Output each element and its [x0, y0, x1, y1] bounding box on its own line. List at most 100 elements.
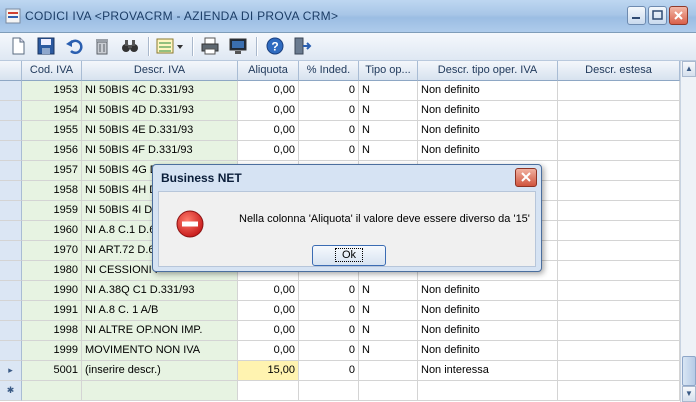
table-row[interactable]: 1990 NI A.38Q C1 D.331/93 0,00 0 N Non defini…: [0, 281, 680, 301]
cell-cod-iva[interactable]: 1955: [22, 121, 82, 141]
cell-descr-estesa[interactable]: [558, 81, 680, 101]
table-row[interactable]: 1998 NI ALTRE OP.NON IMP. 0,00 0 N Non defini…: [0, 321, 680, 341]
cell-inded[interactable]: 0: [299, 341, 359, 361]
cell-cod-iva[interactable]: 1953: [22, 81, 82, 101]
cell-descr-estesa[interactable]: [558, 321, 680, 341]
row-selector[interactable]: [0, 221, 22, 241]
cell-aliquota[interactable]: 0,00: [238, 141, 299, 161]
cell-descr-tipo[interactable]: Non definito: [418, 321, 558, 341]
column-header-descr-tipo[interactable]: Descr. tipo oper. IVA: [418, 61, 558, 81]
row-selector[interactable]: [0, 101, 22, 121]
cell-aliquota[interactable]: 0,00: [238, 121, 299, 141]
cell-cod-iva[interactable]: 1959: [22, 201, 82, 221]
column-header-descr-estesa[interactable]: Descr. estesa: [558, 61, 680, 81]
cell-cod-iva[interactable]: 1998: [22, 321, 82, 341]
cell-descr-tipo[interactable]: Non definito: [418, 141, 558, 161]
save-icon[interactable]: [36, 36, 56, 56]
scroll-up-icon[interactable]: ▲: [682, 61, 696, 77]
title-bar[interactable]: CODICI IVA <PROVACRM - AZIENDA DI PROVA …: [0, 0, 696, 33]
cell-descr-estesa[interactable]: [558, 121, 680, 141]
cell-descr-iva[interactable]: NI A.8 C. 1 A/B: [82, 301, 238, 321]
cell-inded[interactable]: 0: [299, 121, 359, 141]
cell-cod-iva[interactable]: 1960: [22, 221, 82, 241]
cell-cod-iva[interactable]: 1980: [22, 261, 82, 281]
row-selector[interactable]: [0, 241, 22, 261]
cell-cod-iva[interactable]: 1970: [22, 241, 82, 261]
table-row[interactable]: 1954 NI 50BIS 4D D.331/93 0,00 0 N Non defini…: [0, 101, 680, 121]
cell-cod-iva[interactable]: [22, 381, 82, 401]
cell-cod-iva[interactable]: 1956: [22, 141, 82, 161]
cell-tipo-op[interactable]: N: [359, 121, 418, 141]
row-selector[interactable]: ✱: [0, 381, 22, 401]
table-row[interactable]: ▸ 5001 (inserire descr.) 15,00 0 Non interess…: [0, 361, 680, 381]
cell-descr-iva[interactable]: NI 50BIS 4F D.331/93: [82, 141, 238, 161]
cell-descr-iva[interactable]: (inserire descr.): [82, 361, 238, 381]
cell-tipo-op[interactable]: N: [359, 141, 418, 161]
cell-descr-iva[interactable]: MOVIMENTO NON IVA: [82, 341, 238, 361]
cell-tipo-op[interactable]: N: [359, 281, 418, 301]
cell-descr-estesa[interactable]: [558, 301, 680, 321]
row-selector[interactable]: [0, 121, 22, 141]
table-row[interactable]: 1956 NI 50BIS 4F D.331/93 0,00 0 N Non defini…: [0, 141, 680, 161]
cell-descr-tipo[interactable]: Non interessa: [418, 361, 558, 381]
cell-descr-estesa[interactable]: [558, 141, 680, 161]
column-header-inded[interactable]: % Inded.: [299, 61, 359, 81]
cell-tipo-op[interactable]: [359, 381, 418, 401]
cell-descr-estesa[interactable]: [558, 361, 680, 381]
cell-aliquota[interactable]: 0,00: [238, 321, 299, 341]
row-selector[interactable]: [0, 341, 22, 361]
cell-cod-iva[interactable]: 1958: [22, 181, 82, 201]
cell-tipo-op[interactable]: N: [359, 101, 418, 121]
minimize-button[interactable]: [627, 6, 646, 25]
cell-descr-tipo[interactable]: Non definito: [418, 121, 558, 141]
cell-inded[interactable]: 0: [299, 321, 359, 341]
layout-icon[interactable]: [155, 36, 185, 56]
cell-descr-iva[interactable]: NI A.38Q C1 D.331/93: [82, 281, 238, 301]
cell-descr-iva[interactable]: NI ALTRE OP.NON IMP.: [82, 321, 238, 341]
cell-descr-iva[interactable]: [82, 381, 238, 401]
table-row[interactable]: 1953 NI 50BIS 4C D.331/93 0,00 0 N Non defini…: [0, 81, 680, 101]
new-row[interactable]: ✱: [0, 381, 680, 401]
cell-descr-estesa[interactable]: [558, 281, 680, 301]
maximize-button[interactable]: [648, 6, 667, 25]
column-header-tipo-op[interactable]: Tipo op...: [359, 61, 418, 81]
cell-cod-iva[interactable]: 1954: [22, 101, 82, 121]
scroll-down-icon[interactable]: ▼: [682, 386, 696, 402]
cell-descr-estesa[interactable]: [558, 161, 680, 181]
print-icon[interactable]: [200, 36, 220, 56]
cell-aliquota[interactable]: 0,00: [238, 81, 299, 101]
cell-tipo-op[interactable]: [359, 361, 418, 381]
cell-descr-iva[interactable]: NI 50BIS 4E D.331/93: [82, 121, 238, 141]
cell-aliquota[interactable]: [238, 381, 299, 401]
find-icon[interactable]: [120, 36, 140, 56]
cell-descr-estesa[interactable]: [558, 261, 680, 281]
dialog-close-button[interactable]: [515, 168, 537, 187]
cell-cod-iva[interactable]: 1999: [22, 341, 82, 361]
cell-tipo-op[interactable]: N: [359, 301, 418, 321]
new-icon[interactable]: [8, 36, 28, 56]
row-selector[interactable]: [0, 161, 22, 181]
row-selector[interactable]: [0, 321, 22, 341]
cell-cod-iva[interactable]: 1990: [22, 281, 82, 301]
cell-descr-estesa[interactable]: [558, 101, 680, 121]
cell-descr-tipo[interactable]: Non definito: [418, 281, 558, 301]
cell-inded[interactable]: 0: [299, 301, 359, 321]
column-header-cod-iva[interactable]: Cod. IVA: [22, 61, 82, 81]
ok-button[interactable]: Ok: [312, 245, 386, 266]
row-selector[interactable]: [0, 201, 22, 221]
cell-descr-iva[interactable]: NI 50BIS 4C D.331/93: [82, 81, 238, 101]
cell-cod-iva[interactable]: 1991: [22, 301, 82, 321]
close-button[interactable]: [669, 6, 688, 25]
cell-descr-estesa[interactable]: [558, 381, 680, 401]
cell-aliquota[interactable]: 0,00: [238, 281, 299, 301]
cell-inded[interactable]: 0: [299, 281, 359, 301]
cell-cod-iva[interactable]: 5001: [22, 361, 82, 381]
table-row[interactable]: 1955 NI 50BIS 4E D.331/93 0,00 0 N Non defini…: [0, 121, 680, 141]
cell-tipo-op[interactable]: N: [359, 341, 418, 361]
column-header-aliquota[interactable]: Aliquota: [238, 61, 299, 81]
cell-aliquota[interactable]: 0,00: [238, 101, 299, 121]
cell-descr-estesa[interactable]: [558, 341, 680, 361]
cell-inded[interactable]: 0: [299, 361, 359, 381]
row-selector[interactable]: [0, 181, 22, 201]
cell-descr-estesa[interactable]: [558, 221, 680, 241]
